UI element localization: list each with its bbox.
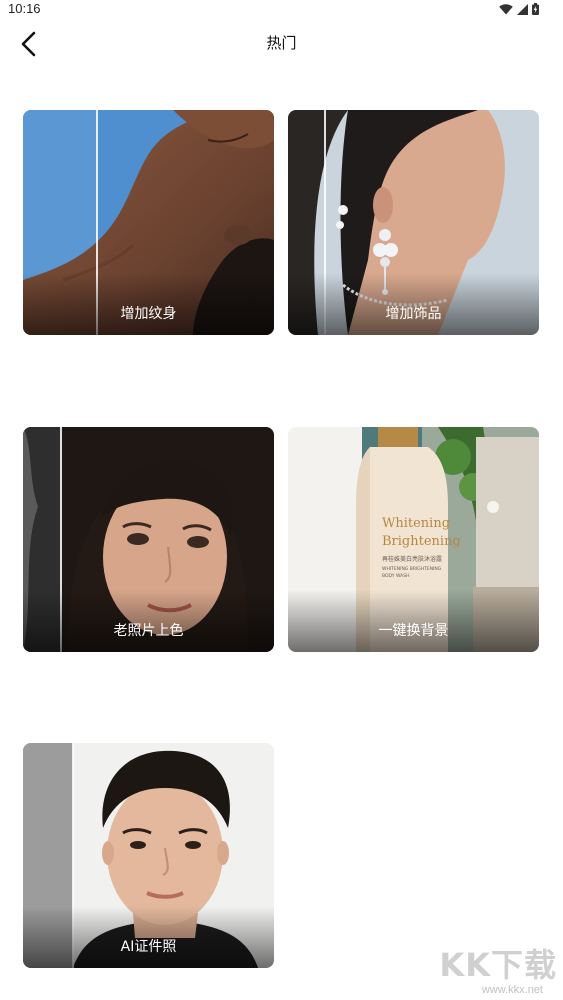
watermark: KK下载 www.kkx.net: [437, 940, 557, 996]
bottle-text-sub2: BODY WASH: [382, 573, 409, 579]
card-add-tattoo[interactable]: 增加纹身: [23, 110, 274, 335]
bottle-text-cn: 再桂姝美白亮肤沐浴露: [382, 555, 442, 563]
card-label: 增加纹身: [120, 306, 177, 322]
status-time: 10:16: [8, 1, 41, 16]
card-change-background[interactable]: Whitening Brightening 再桂姝美白亮肤沐浴露 WHITENI…: [288, 427, 539, 652]
card-label: AI证件照: [120, 939, 177, 955]
watermark-url: www.kkx.net: [481, 984, 543, 996]
status-bar: 10:16: [0, 0, 563, 18]
card-ai-id-photo[interactable]: AI证件照: [23, 743, 274, 968]
card-label: 老照片上色: [113, 623, 184, 639]
wifi-icon: [499, 3, 513, 14]
status-icons: [499, 3, 539, 15]
card-add-jewelry[interactable]: 增加饰品: [288, 110, 539, 335]
bottle-text-line1: Whitening: [382, 516, 450, 531]
nav-bar: 热门: [0, 18, 563, 70]
card-label: 一键换背景: [378, 623, 449, 639]
battery-icon: [532, 3, 539, 15]
bottle-text-sub1: WHITENING BRIGHTENING: [382, 566, 442, 572]
signal-icon: [517, 3, 528, 15]
card-colorize-old-photo[interactable]: 老照片上色: [23, 427, 274, 652]
watermark-logo: KK下载: [439, 946, 557, 984]
card-label: 增加饰品: [385, 306, 442, 322]
page-title: 热门: [266, 34, 297, 52]
bottle-text-line2: Brightening: [382, 534, 461, 549]
